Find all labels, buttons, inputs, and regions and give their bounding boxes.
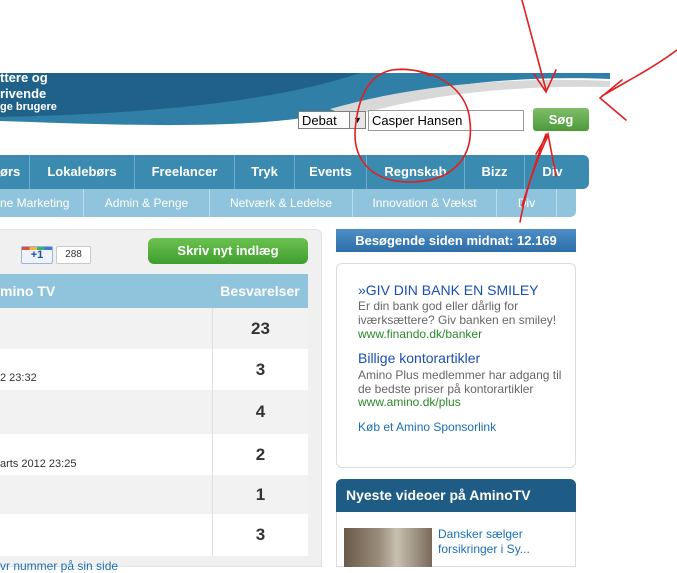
row-reply-count: 3: [212, 514, 308, 556]
nav-item-regnskab[interactable]: Regnskab: [367, 155, 465, 189]
subnav-item-marketing[interactable]: ne Marketing: [0, 189, 84, 217]
row-reply-count: 23: [212, 308, 308, 349]
table-row[interactable]: 4: [0, 390, 308, 434]
nav-item-bors[interactable]: ørs: [0, 155, 30, 189]
partial-row-link[interactable]: vr nummer på sin side: [0, 559, 118, 573]
row-title[interactable]: arts 2012 23:25: [0, 458, 76, 470]
row-reply-count: 4: [212, 390, 308, 434]
forum-table-header: mino TV Besvarelser: [0, 274, 308, 308]
ad-title-kontor[interactable]: Billige kontorartikler: [358, 350, 480, 366]
main-navigation: ørs Lokalebørs Freelancer Tryk Events Re…: [0, 155, 589, 189]
search-category-value: Debat: [302, 113, 337, 128]
logo-text-line-1: ttere og: [0, 70, 48, 85]
video-thumbnail[interactable]: [344, 528, 432, 567]
search-input[interactable]: [368, 110, 524, 131]
nav-item-freelancer[interactable]: Freelancer: [135, 155, 235, 189]
forum-table-header-title: mino TV: [0, 283, 56, 299]
nav-item-div[interactable]: Div: [525, 155, 580, 189]
table-row[interactable]: 23: [0, 308, 308, 349]
table-row[interactable]: 2 23:32 3: [0, 349, 308, 390]
google-plus-label: +1: [30, 249, 44, 261]
row-reply-count: 1: [212, 475, 308, 514]
nav-item-lokalebors[interactable]: Lokalebørs: [30, 155, 135, 189]
subnav-item-innovation-vaekst[interactable]: Innovation & Vækst: [353, 189, 497, 217]
table-row[interactable]: arts 2012 23:25 2: [0, 434, 308, 475]
ad-url-kontor[interactable]: www.amino.dk/plus: [358, 395, 461, 409]
logo-text-line-2: rivende: [0, 86, 47, 101]
ad-url-bank[interactable]: www.finando.dk/banker: [358, 327, 482, 341]
row-reply-count: 3: [212, 349, 308, 390]
latest-videos-heading: Nyeste videoer på AminoTV: [336, 479, 576, 512]
google-plus-count: 288: [56, 246, 91, 264]
forum-table-header-replies: Besvarelser: [220, 283, 300, 299]
google-plus-stripe: [22, 247, 52, 250]
search-category-select[interactable]: Debat ▼: [298, 111, 366, 129]
table-row[interactable]: 3: [0, 514, 308, 556]
visitor-counter: Besøgende siden midnat: 12.169: [336, 229, 576, 252]
row-title[interactable]: 2 23:32: [0, 372, 37, 384]
dropdown-arrow-icon[interactable]: ▼: [349, 112, 365, 128]
nav-item-events[interactable]: Events: [295, 155, 367, 189]
subnav-item-netvaerk-ledelse[interactable]: Netværk & Ledelse: [210, 189, 353, 217]
ad-text-bank: Er din bank god eller dårlig for iværksæ…: [358, 299, 557, 327]
sub-navigation: ne Marketing Admin & Penge Netværk & Led…: [0, 189, 576, 217]
write-new-post-button[interactable]: Skriv nyt indlæg: [148, 238, 308, 264]
ad-title-bank[interactable]: »GIV DIN BANK EN SMILEY: [358, 282, 539, 298]
subnav-item-div[interactable]: Div: [497, 189, 557, 217]
subnav-item-admin-penge[interactable]: Admin & Penge: [84, 189, 210, 217]
table-row[interactable]: 1: [0, 475, 308, 514]
annotation-arrow-right: [601, 49, 677, 97]
row-reply-count: 2: [212, 434, 308, 475]
video-title-link[interactable]: Dansker sælger forsikringer i Sy...: [438, 527, 558, 557]
nav-item-tryk[interactable]: Tryk: [235, 155, 295, 189]
logo-text-line-3: ge brugere: [0, 101, 57, 113]
buy-sponsorlink-link[interactable]: Køb et Amino Sponsorlink: [358, 420, 496, 434]
ad-text-kontor: Amino Plus medlemmer har adgang til de b…: [358, 368, 562, 396]
search-button[interactable]: Søg: [533, 108, 589, 131]
nav-item-bizz[interactable]: Bizz: [465, 155, 525, 189]
google-plus-button[interactable]: +1: [21, 246, 53, 264]
